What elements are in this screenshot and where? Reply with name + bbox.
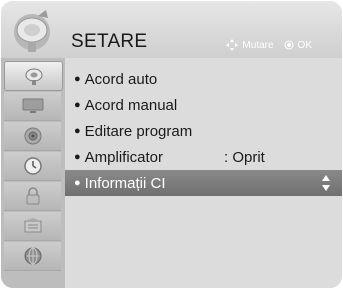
menu-item-ci-information[interactable]: ● Informații CI [65, 170, 342, 196]
settings-window: SETARE Mutare OK ● Acord auto ● Acord ma… [1, 1, 342, 288]
settings-dish-icon [14, 10, 50, 52]
navigation-arrows-icon [226, 39, 239, 51]
category-sidebar [1, 58, 65, 288]
bullet-icon: ● [74, 99, 81, 111]
up-down-arrows-icon [322, 175, 330, 191]
hint-ok-label: OK [297, 39, 312, 51]
menu-item-auto-tuning[interactable]: ● Acord auto [65, 66, 342, 92]
bullet-icon: ● [74, 125, 81, 137]
clock-icon [23, 157, 42, 175]
options-icon [24, 218, 41, 233]
menu-item-label: Acord auto [84, 70, 158, 88]
sidebar-item-lock[interactable] [4, 182, 61, 211]
sidebar-item-network[interactable] [4, 242, 61, 271]
menu-item-label: Amplificator [84, 148, 164, 166]
bullet-icon: ● [74, 73, 81, 85]
page-title: SETARE [71, 31, 148, 52]
menu-item-label: Acord manual [84, 96, 178, 114]
settings-dish-icon [25, 68, 42, 85]
menu-item-program-edit[interactable]: ● Editare program [65, 118, 342, 144]
menu-item-booster[interactable]: ● Amplificator : Oprit [65, 144, 342, 170]
bullet-icon: ● [74, 151, 81, 163]
sidebar-item-time[interactable] [4, 152, 61, 181]
menu-item-manual-tuning[interactable]: ● Acord manual [65, 92, 342, 118]
sidebar-item-setup[interactable] [4, 61, 63, 91]
sidebar-item-options[interactable] [4, 212, 61, 241]
speaker-icon [24, 127, 41, 145]
menu-item-label: Informații CI [84, 174, 166, 192]
hint-move-label: Mutare [242, 39, 274, 51]
network-icon [24, 247, 41, 265]
settings-list: ● Acord auto ● Acord manual ● Editare pr… [65, 58, 342, 288]
menu-item-label: Editare program [84, 122, 193, 140]
ok-button-icon [284, 40, 294, 50]
sidebar-item-picture[interactable] [4, 92, 61, 121]
menu-item-value: : Oprit [224, 148, 265, 166]
bullet-icon: ● [74, 177, 81, 189]
lock-icon [26, 187, 39, 205]
menu-header: SETARE Mutare OK [1, 1, 342, 58]
sidebar-item-audio[interactable] [4, 122, 61, 151]
key-hints: Mutare OK [226, 39, 312, 51]
tv-screen-icon [22, 98, 43, 113]
